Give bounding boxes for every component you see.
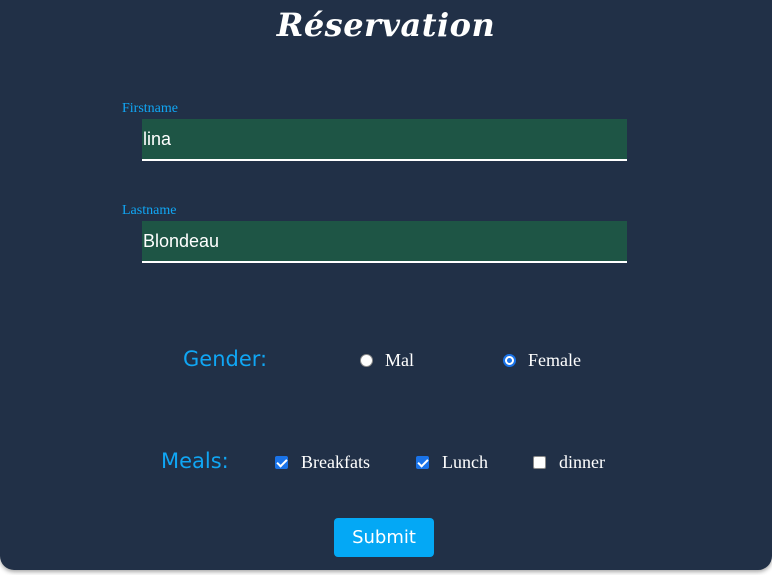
gender-option-male[interactable]: Mal	[360, 350, 414, 371]
gender-radio-female[interactable]	[503, 354, 516, 367]
meal-option-breakfast[interactable]: Breakfats	[275, 452, 370, 473]
gender-label: Gender:	[183, 347, 268, 371]
page-title: Réservation	[276, 6, 496, 44]
firstname-input[interactable]	[142, 119, 627, 161]
gender-option-female[interactable]: Female	[503, 350, 581, 371]
gender-radio-male[interactable]	[360, 354, 373, 367]
meal-option-dinner[interactable]: dinner	[533, 452, 605, 473]
lastname-input[interactable]	[142, 221, 627, 263]
lastname-label: Lastname	[122, 203, 177, 218]
meal-checkbox-dinner[interactable]	[533, 456, 546, 469]
gender-option-male-label: Mal	[385, 350, 414, 370]
meal-option-lunch[interactable]: Lunch	[416, 452, 488, 473]
meal-option-breakfast-label: Breakfats	[301, 452, 370, 472]
submit-button[interactable]: Submit	[334, 518, 434, 557]
meal-option-dinner-label: dinner	[559, 452, 605, 472]
reservation-card: Réservation Firstname Lastname Gender: M…	[0, 0, 772, 570]
firstname-label: Firstname	[122, 101, 178, 116]
meals-label: Meals:	[161, 449, 229, 473]
meal-checkbox-breakfast[interactable]	[275, 456, 288, 469]
gender-option-female-label: Female	[528, 350, 581, 370]
meal-option-lunch-label: Lunch	[442, 452, 488, 472]
meal-checkbox-lunch[interactable]	[416, 456, 429, 469]
